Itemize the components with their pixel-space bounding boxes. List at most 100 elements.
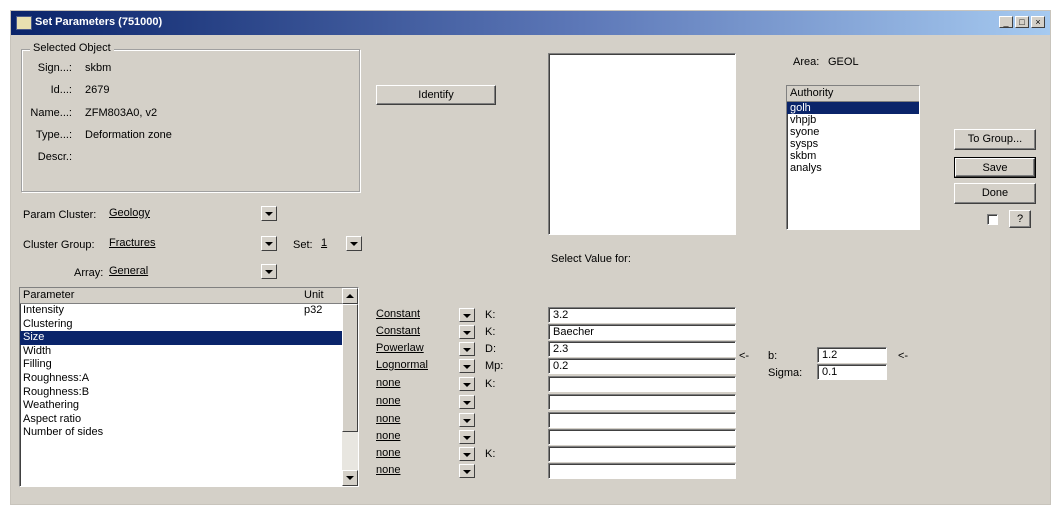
chevron-down-icon[interactable] bbox=[459, 447, 475, 461]
parameter-row[interactable]: Weathering bbox=[20, 399, 342, 413]
distribution-combo[interactable]: none bbox=[373, 412, 476, 428]
distribution-value: none bbox=[376, 447, 401, 459]
area-label: Area: bbox=[793, 56, 820, 68]
distribution-value-field[interactable]: 3.2 bbox=[548, 307, 736, 323]
parameter-scrollbar[interactable] bbox=[342, 288, 358, 486]
distribution-value-field[interactable]: Baecher bbox=[548, 324, 736, 340]
distribution-combo[interactable]: none bbox=[373, 463, 476, 479]
distribution-combo[interactable]: none bbox=[373, 394, 476, 410]
sigma-field[interactable]: 0.1 bbox=[817, 364, 887, 380]
parameter-rows: Intensity p32 Clustering Size Width Filling Ro… bbox=[20, 304, 342, 440]
unit-column-header: Unit bbox=[304, 289, 324, 301]
chevron-down-icon[interactable] bbox=[346, 236, 362, 251]
set-label: Set: bbox=[293, 239, 313, 251]
b-label: b: bbox=[768, 350, 778, 362]
to-group-button[interactable]: To Group... bbox=[954, 129, 1036, 150]
distribution-value: Powerlaw bbox=[376, 342, 424, 354]
identify-button[interactable]: Identify bbox=[376, 85, 496, 105]
distribution-value: none bbox=[376, 464, 401, 476]
chevron-down-icon[interactable] bbox=[261, 264, 277, 279]
parameter-row[interactable]: Aspect ratio bbox=[20, 413, 342, 427]
distribution-combo[interactable]: none bbox=[373, 446, 476, 462]
chevron-down-icon[interactable] bbox=[459, 325, 475, 339]
close-button[interactable]: × bbox=[1031, 16, 1045, 28]
distribution-value: none bbox=[376, 395, 401, 407]
option-checkbox[interactable] bbox=[987, 214, 998, 225]
param-cluster-combo[interactable]: Geology bbox=[106, 205, 278, 223]
title-bar[interactable]: Set Parameters (751000) _ □ × bbox=[11, 11, 1050, 35]
distribution-value-field[interactable] bbox=[548, 394, 736, 410]
distribution-combo[interactable]: Constant bbox=[373, 324, 476, 340]
authority-item[interactable]: golh bbox=[787, 102, 919, 114]
chevron-down-icon[interactable] bbox=[459, 395, 475, 409]
authority-item[interactable]: sysps bbox=[787, 138, 919, 150]
distribution-value-field[interactable] bbox=[548, 446, 736, 462]
selected-object-group: Selected Object Sign...: skbm Id...: 267… bbox=[21, 42, 360, 192]
parameter-row[interactable]: Roughness:B bbox=[20, 386, 342, 400]
parameter-row[interactable]: Clustering bbox=[20, 318, 342, 332]
distribution-value-field[interactable]: 0.2 bbox=[548, 358, 736, 374]
authority-item[interactable]: vhpjb bbox=[787, 114, 919, 126]
chevron-down-icon[interactable] bbox=[459, 359, 475, 373]
parameter-row[interactable]: Filling bbox=[20, 358, 342, 372]
parameter-unit: p32 bbox=[304, 304, 323, 316]
distribution-param-label: K: bbox=[485, 326, 496, 338]
chevron-down-icon[interactable] bbox=[459, 413, 475, 427]
scroll-down-icon[interactable] bbox=[342, 470, 358, 486]
distribution-value-field[interactable]: 2.3 bbox=[548, 341, 736, 357]
distribution-combo[interactable]: Powerlaw bbox=[373, 341, 476, 357]
distribution-value-field[interactable] bbox=[548, 412, 736, 428]
descr-label: Descr.: bbox=[37, 151, 72, 163]
chevron-down-icon[interactable] bbox=[459, 308, 475, 322]
authority-list[interactable]: Authority golh vhpjb syone sysps skbm analys bbox=[786, 85, 920, 230]
distribution-combo[interactable]: Lognormal bbox=[373, 358, 476, 374]
distribution-value-field[interactable] bbox=[548, 463, 736, 479]
save-button[interactable]: Save bbox=[954, 157, 1036, 178]
arrow-left-label: <- bbox=[739, 350, 750, 362]
help-button[interactable]: ? bbox=[1009, 210, 1031, 228]
b-field[interactable]: 1.2 bbox=[817, 347, 887, 363]
authority-item[interactable]: analys bbox=[787, 162, 919, 174]
parameter-name: Number of sides bbox=[23, 426, 104, 439]
parameter-row[interactable]: Width bbox=[20, 345, 342, 359]
parameter-name: Aspect ratio bbox=[23, 412, 82, 425]
distribution-value-field[interactable] bbox=[548, 376, 736, 392]
chevron-down-icon[interactable] bbox=[459, 430, 475, 444]
set-combo[interactable]: 1 bbox=[318, 235, 363, 253]
sign-value: skbm bbox=[85, 62, 112, 74]
parameter-name: Roughness:B bbox=[23, 385, 90, 398]
parameter-row[interactable]: Size bbox=[20, 331, 342, 345]
maximize-button[interactable]: □ bbox=[1015, 16, 1029, 28]
done-button[interactable]: Done bbox=[954, 183, 1036, 204]
authority-rows: golh vhpjb syone sysps skbm analys bbox=[787, 102, 919, 174]
chevron-down-icon[interactable] bbox=[459, 377, 475, 391]
parameter-name: Clustering bbox=[23, 317, 73, 330]
distribution-combo[interactable]: none bbox=[373, 376, 476, 392]
parameter-list[interactable]: Parameter Unit Intensity p32 Clustering Siz… bbox=[19, 287, 359, 487]
minimize-button[interactable]: _ bbox=[999, 16, 1013, 28]
distribution-value-field[interactable] bbox=[548, 429, 736, 445]
chevron-down-icon[interactable] bbox=[261, 236, 277, 251]
parameter-row[interactable]: Number of sides bbox=[20, 426, 342, 440]
distribution-combo[interactable]: Constant bbox=[373, 307, 476, 323]
chevron-down-icon[interactable] bbox=[459, 464, 475, 478]
name-value: ZFM803A0, v2 bbox=[85, 107, 158, 119]
parameter-row[interactable]: Roughness:A bbox=[20, 372, 342, 386]
cluster-group-label: Cluster Group: bbox=[23, 239, 95, 251]
parameter-name: Width bbox=[23, 344, 52, 357]
authority-item[interactable]: skbm bbox=[787, 150, 919, 162]
chevron-down-icon[interactable] bbox=[459, 342, 475, 356]
distribution-param-label: K: bbox=[485, 309, 496, 321]
scroll-up-icon[interactable] bbox=[342, 288, 358, 304]
parameter-row[interactable]: Intensity p32 bbox=[20, 304, 342, 318]
value-display-box[interactable] bbox=[548, 53, 736, 235]
sign-label: Sign...: bbox=[37, 62, 72, 74]
cluster-group-combo[interactable]: Fractures bbox=[106, 235, 278, 253]
authority-item[interactable]: syone bbox=[787, 126, 919, 138]
select-value-label: Select Value for: bbox=[551, 253, 631, 265]
distribution-combo[interactable]: none bbox=[373, 429, 476, 445]
scroll-thumb[interactable] bbox=[342, 304, 358, 432]
array-combo[interactable]: General bbox=[106, 263, 278, 281]
chevron-down-icon[interactable] bbox=[261, 206, 277, 221]
cluster-group-value: Fractures bbox=[109, 237, 156, 249]
